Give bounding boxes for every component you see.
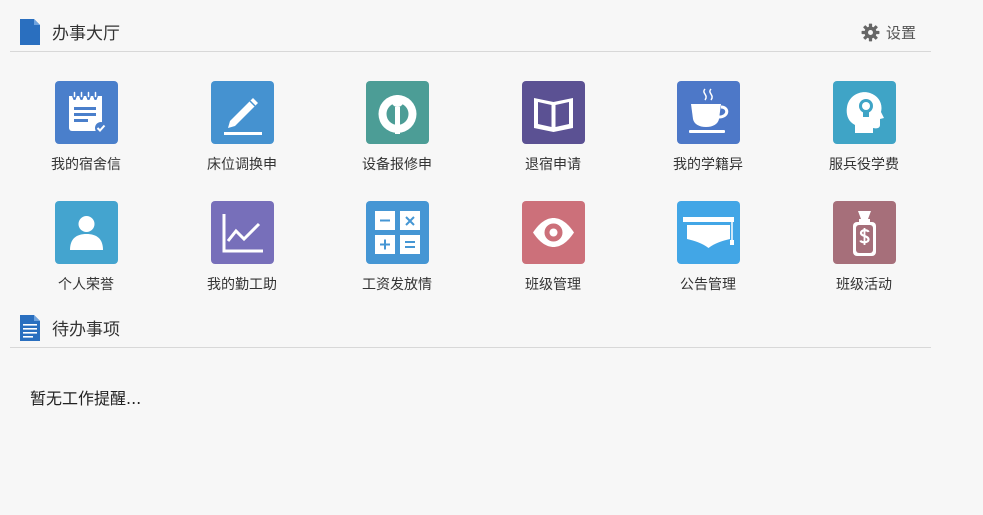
- tile-label: 退宿申请: [525, 157, 581, 173]
- tile-class-activities[interactable]: 班级活动: [789, 201, 939, 311]
- tile-bed-change[interactable]: 床位调换申: [167, 81, 317, 191]
- tile-class-management[interactable]: 班级管理: [478, 201, 628, 311]
- line-chart-icon: [222, 214, 263, 253]
- wikimedia-icon: [378, 95, 417, 134]
- user-icon: [70, 216, 103, 250]
- tile-label: 我的宿舍信: [51, 157, 121, 173]
- tile-label: 工资发放情: [362, 277, 432, 293]
- tile-work-study[interactable]: 我的勤工助: [167, 201, 317, 311]
- tile-icon-box: [211, 81, 274, 144]
- tile-label: 服兵役学费: [829, 157, 899, 173]
- tile-icon-box: [833, 81, 896, 144]
- tile-icon-box: [55, 201, 118, 264]
- tile-label: 设备报修申: [362, 157, 432, 173]
- gear-icon: [861, 23, 880, 41]
- tile-icon-box: [55, 81, 118, 144]
- tile-icon-box: [366, 81, 429, 144]
- tile-salary-payment[interactable]: 工资发放情: [322, 201, 472, 311]
- notepad-icon: [69, 90, 107, 134]
- open-book-icon: [534, 98, 573, 132]
- tile-label: 班级活动: [836, 277, 892, 293]
- tile-icon-box: [366, 201, 429, 264]
- tile-icon-box: [677, 81, 740, 144]
- todo-section-header: 待办事项: [10, 311, 931, 348]
- tile-icon-box: [211, 201, 274, 264]
- tile-icon-box: [833, 201, 896, 264]
- eye-icon: [533, 218, 574, 247]
- calculator-icon: [375, 211, 420, 254]
- tile-checkout-request[interactable]: 退宿申请: [478, 81, 628, 191]
- todo-title: 待办事项: [52, 320, 120, 340]
- tile-dorm-info[interactable]: 我的宿舍信: [11, 81, 161, 191]
- tile-personal-honors[interactable]: 个人荣誉: [11, 201, 161, 311]
- tile-label: 我的学籍异: [673, 157, 743, 173]
- hall-section-header: 办事大厅 设置: [10, 15, 931, 52]
- hall-title: 办事大厅: [52, 24, 120, 44]
- tile-label: 个人荣誉: [58, 277, 114, 293]
- document-icon: [20, 19, 40, 45]
- tile-student-status[interactable]: 我的学籍异: [633, 81, 783, 191]
- tile-label: 班级管理: [525, 277, 581, 293]
- tile-icon-box: [522, 201, 585, 264]
- graduation-cap-icon: [683, 217, 734, 248]
- todo-empty-message: 暂无工作提醒...: [30, 389, 142, 408]
- head-idea-icon: [846, 92, 884, 133]
- tile-icon-box: [522, 81, 585, 144]
- tile-announcement-management[interactable]: 公告管理: [633, 201, 783, 311]
- tile-equipment-repair[interactable]: 设备报修申: [322, 81, 472, 191]
- money-bag-icon: [853, 211, 876, 256]
- coffee-cup-icon: [689, 88, 729, 133]
- tile-label: 公告管理: [680, 277, 736, 293]
- settings-button[interactable]: 设置: [861, 22, 916, 42]
- tile-label: 床位调换申: [207, 157, 277, 173]
- tile-icon-box: [677, 201, 740, 264]
- text-document-icon: [20, 315, 40, 341]
- tile-label: 我的勤工助: [207, 277, 277, 293]
- tile-military-tuition[interactable]: 服兵役学费: [789, 81, 939, 191]
- pencil-icon: [224, 98, 262, 135]
- settings-label: 设置: [885, 23, 916, 42]
